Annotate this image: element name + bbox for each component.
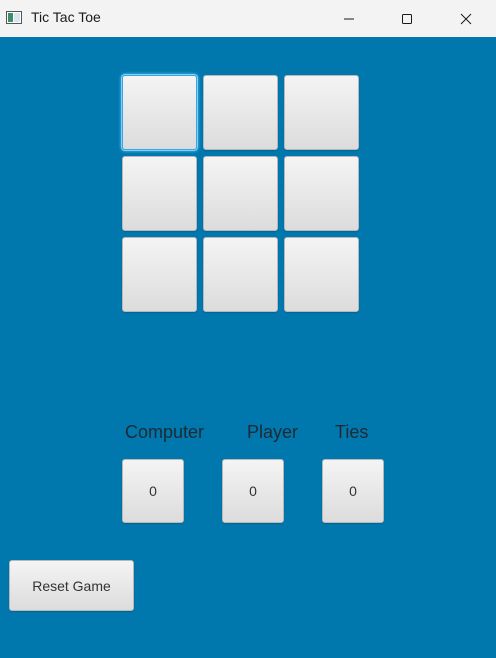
window-title: Tic Tac Toe bbox=[31, 9, 101, 25]
board-cell-2[interactable] bbox=[203, 75, 278, 150]
board-cell-5[interactable] bbox=[203, 156, 278, 231]
board-cell-7[interactable] bbox=[122, 237, 197, 312]
board-cell-8[interactable] bbox=[203, 237, 278, 312]
title-bar[interactable]: Tic Tac Toe bbox=[0, 0, 496, 37]
maximize-icon bbox=[401, 13, 413, 25]
computer-score-value: 0 bbox=[122, 459, 184, 523]
minimize-icon bbox=[343, 13, 355, 25]
board-cell-1[interactable] bbox=[122, 75, 197, 150]
computer-score-label: Computer bbox=[125, 422, 205, 442]
minimize-button[interactable] bbox=[320, 0, 378, 37]
board-cell-4[interactable] bbox=[122, 156, 197, 231]
game-panel: Computer Player Ties 0 0 0 Reset Game bbox=[0, 37, 496, 658]
player-score-label: Player bbox=[247, 422, 299, 442]
ties-score-value: 0 bbox=[322, 459, 384, 523]
board-cell-6[interactable] bbox=[284, 156, 359, 231]
ties-score-label: Ties bbox=[335, 422, 369, 442]
reset-game-button[interactable]: Reset Game bbox=[9, 560, 134, 611]
close-icon bbox=[460, 13, 472, 25]
board-cell-9[interactable] bbox=[284, 237, 359, 312]
player-score-value: 0 bbox=[222, 459, 284, 523]
board-cell-3[interactable] bbox=[284, 75, 359, 150]
maximize-button[interactable] bbox=[378, 0, 436, 37]
java-app-icon bbox=[6, 11, 22, 24]
close-button[interactable] bbox=[437, 0, 495, 37]
